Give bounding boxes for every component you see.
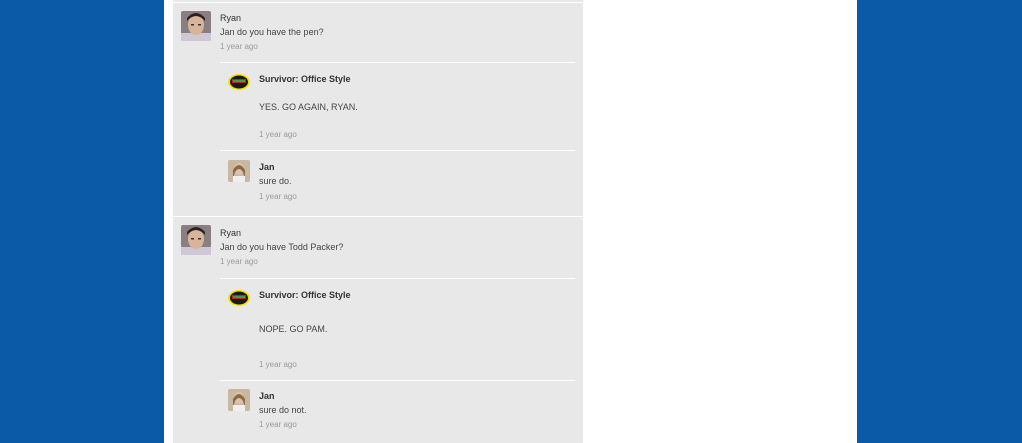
ryan-avatar-icon[interactable] xyxy=(181,11,211,41)
comment-feed: Ryan Jan do you have the pen? 1 year ago… xyxy=(173,0,583,443)
reply-author[interactable]: Jan xyxy=(259,162,275,172)
divider xyxy=(220,62,575,63)
divider xyxy=(220,150,575,151)
comment-author[interactable]: Ryan xyxy=(220,228,241,238)
reply-text: NOPE. GO PAM. xyxy=(259,324,328,334)
reply-timestamp[interactable]: 1 year ago xyxy=(259,130,297,139)
reply-author[interactable]: Survivor: Office Style xyxy=(259,290,351,300)
comment-text: Jan do you have Todd Packer? xyxy=(220,242,344,252)
reply-author[interactable]: Jan xyxy=(259,391,275,401)
ryan-avatar-icon[interactable] xyxy=(181,225,211,255)
reply-timestamp[interactable]: 1 year ago xyxy=(259,420,297,429)
divider xyxy=(220,278,575,279)
survivor-logo-icon[interactable] xyxy=(228,287,250,309)
divider xyxy=(220,380,575,381)
reply-text: sure do not. xyxy=(259,405,307,415)
reply-text: YES. GO AGAIN, RYAN. xyxy=(259,102,358,112)
reply-timestamp[interactable]: 1 year ago xyxy=(259,360,297,369)
reply-text: sure do. xyxy=(259,176,292,186)
jan-avatar-icon[interactable] xyxy=(228,160,250,182)
comment-text: Jan do you have the pen? xyxy=(220,27,324,37)
divider xyxy=(173,2,583,3)
comment-timestamp[interactable]: 1 year ago xyxy=(220,257,258,266)
reply-author[interactable]: Survivor: Office Style xyxy=(259,74,351,84)
comment-timestamp[interactable]: 1 year ago xyxy=(220,42,258,51)
survivor-logo-icon[interactable] xyxy=(228,71,250,93)
reply-timestamp[interactable]: 1 year ago xyxy=(259,192,297,201)
comment-author[interactable]: Ryan xyxy=(220,13,241,23)
divider xyxy=(173,216,583,217)
jan-avatar-icon[interactable] xyxy=(228,389,250,411)
